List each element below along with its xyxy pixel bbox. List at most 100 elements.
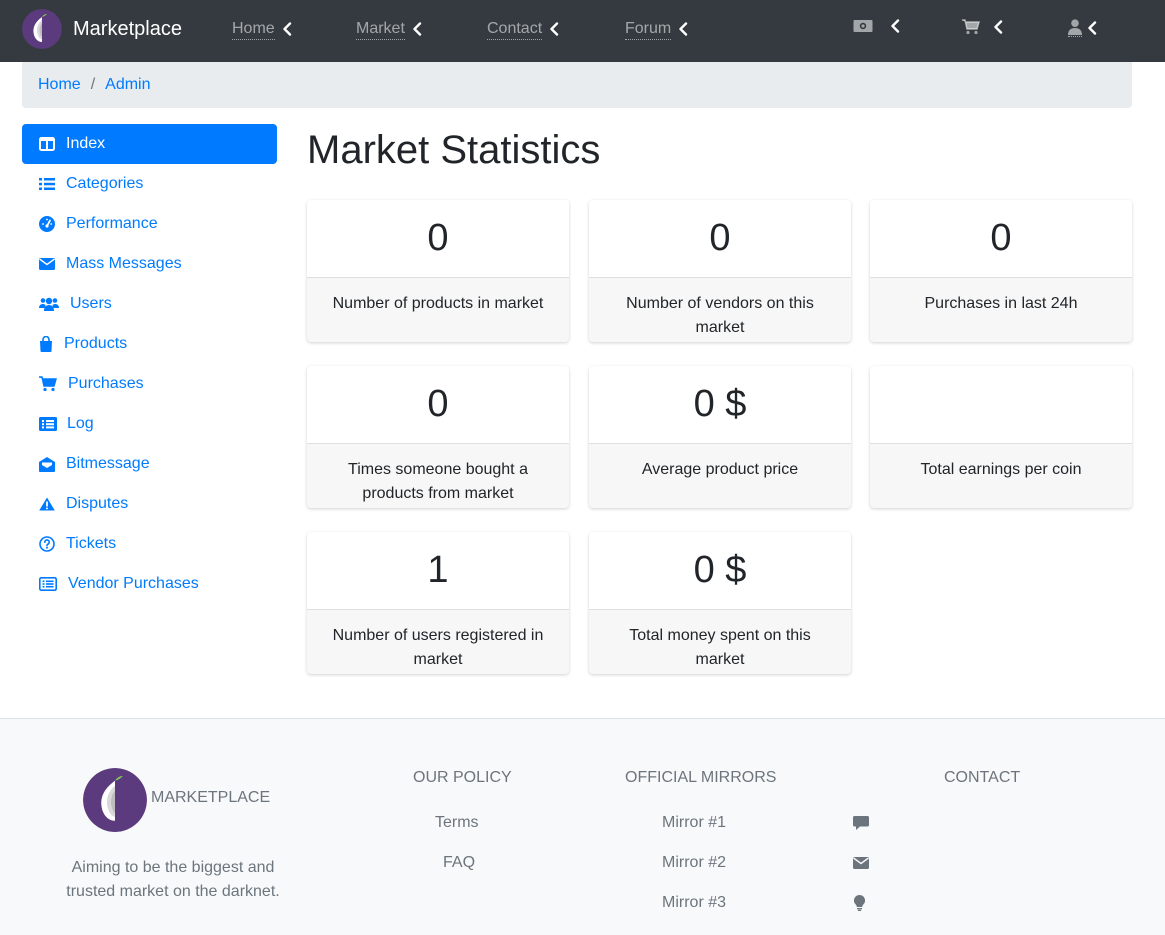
envelope-open-icon bbox=[38, 456, 56, 472]
page-title: Market Statistics bbox=[307, 128, 601, 172]
nav-home[interactable]: Home bbox=[232, 18, 292, 40]
stat-card: 0 Purchases in last 24h bbox=[870, 200, 1132, 342]
sidebar-item-label: Vendor Purchases bbox=[68, 575, 199, 592]
sidebar-item-label: Tickets bbox=[66, 535, 117, 552]
footer-link-mirror-1[interactable]: Mirror #1 bbox=[662, 814, 726, 832]
cart-icon bbox=[38, 376, 58, 392]
stat-value bbox=[870, 366, 1132, 444]
footer-link-mirror-3[interactable]: Mirror #3 bbox=[662, 894, 726, 912]
sidebar-item-label: Mass Messages bbox=[66, 255, 182, 272]
sidebar-item-label: Purchases bbox=[68, 375, 144, 392]
nav-cart[interactable] bbox=[962, 19, 1003, 35]
nav-user[interactable] bbox=[1068, 19, 1097, 37]
sidebar-item-bitmessage[interactable]: Bitmessage bbox=[22, 444, 277, 484]
sidebar-item-vendor-purchases[interactable]: Vendor Purchases bbox=[22, 564, 277, 604]
stat-label: Total earnings per coin bbox=[920, 461, 1082, 478]
chevron-left-icon bbox=[413, 22, 422, 36]
sidebar-item-products[interactable]: Products bbox=[22, 324, 277, 364]
stat-label: Average product price bbox=[641, 461, 799, 478]
nav-contact[interactable]: Contact bbox=[487, 18, 559, 40]
list-alt-icon bbox=[38, 416, 57, 432]
envelope-icon[interactable] bbox=[853, 857, 869, 869]
stat-value: 0 bbox=[307, 366, 569, 444]
chevron-left-icon bbox=[994, 20, 1003, 34]
users-icon bbox=[38, 296, 60, 312]
nav-forum[interactable]: Forum bbox=[625, 18, 688, 40]
admin-sidebar: Index Categories Performance Mass Messag… bbox=[22, 124, 277, 604]
comment-icon[interactable] bbox=[853, 815, 869, 831]
sidebar-item-label: Performance bbox=[66, 215, 158, 232]
chevron-left-icon bbox=[679, 22, 688, 36]
stat-value: 0 bbox=[307, 200, 569, 278]
sidebar-item-mass-messages[interactable]: Mass Messages bbox=[22, 244, 277, 284]
stat-card: 0 $ Total money spent on this market bbox=[589, 532, 851, 674]
sidebar-item-categories[interactable]: Categories bbox=[22, 164, 277, 204]
stat-label: Purchases in last 24h bbox=[924, 295, 1078, 312]
breadcrumb-separator: / bbox=[90, 76, 96, 93]
breadcrumb-home[interactable]: Home bbox=[38, 76, 81, 94]
stat-card: 0 Times someone bought a products from m… bbox=[307, 366, 569, 508]
sidebar-item-label: Log bbox=[67, 415, 94, 432]
nav-wallet[interactable] bbox=[853, 19, 900, 33]
sidebar-item-performance[interactable]: Performance bbox=[22, 204, 277, 244]
sidebar-item-purchases[interactable]: Purchases bbox=[22, 364, 277, 404]
site-footer: MARKETPLACE Aiming to be the biggest and… bbox=[0, 718, 1165, 935]
money-icon bbox=[853, 20, 873, 32]
sidebar-item-disputes[interactable]: Disputes bbox=[22, 484, 277, 524]
sidebar-item-log[interactable]: Log bbox=[22, 404, 277, 444]
user-menu-toggle bbox=[1068, 19, 1082, 37]
sidebar-item-label: Users bbox=[70, 295, 112, 312]
stat-label: Number of products in market bbox=[332, 295, 544, 312]
sidebar-item-index[interactable]: Index bbox=[22, 124, 277, 164]
brand-name: Marketplace bbox=[73, 17, 182, 40]
list-icon bbox=[38, 176, 56, 192]
footer-link-faq[interactable]: FAQ bbox=[443, 854, 475, 872]
chevron-left-icon bbox=[550, 22, 559, 36]
onion-logo-icon bbox=[83, 768, 147, 832]
stat-card: 1 Number of users registered in market bbox=[307, 532, 569, 674]
breadcrumb-admin[interactable]: Admin bbox=[105, 76, 150, 94]
shopping-bag-icon bbox=[38, 336, 54, 352]
nav-market-label: Market bbox=[356, 18, 405, 40]
footer-contact-heading: CONTACT bbox=[944, 769, 1021, 786]
stat-label: Times someone bought a products from mar… bbox=[348, 461, 528, 502]
nav-forum-label: Forum bbox=[625, 18, 672, 40]
nav-contact-label: Contact bbox=[487, 18, 543, 40]
stat-card: 0 Number of products in market bbox=[307, 200, 569, 342]
onion-logo-icon bbox=[22, 9, 62, 49]
footer-link-terms[interactable]: Terms bbox=[435, 814, 479, 832]
tachometer-icon bbox=[38, 216, 56, 232]
footer-tagline: Aiming to be the biggest and trusted mar… bbox=[66, 859, 280, 900]
stat-label: Total money spent on this market bbox=[629, 627, 811, 668]
sidebar-item-users[interactable]: Users bbox=[22, 284, 277, 324]
navbar-brand[interactable]: Marketplace bbox=[22, 9, 182, 49]
footer-policy-heading: OUR POLICY bbox=[413, 769, 512, 786]
sidebar-item-label: Bitmessage bbox=[66, 455, 150, 472]
envelope-icon bbox=[38, 256, 56, 272]
breadcrumb: Home / Admin bbox=[22, 62, 1132, 108]
chevron-left-icon bbox=[282, 22, 291, 36]
sidebar-item-label: Categories bbox=[66, 175, 144, 192]
columns-icon bbox=[38, 136, 56, 152]
lightbulb-icon[interactable] bbox=[854, 895, 865, 911]
nav-market[interactable]: Market bbox=[356, 18, 422, 40]
sidebar-item-label: Index bbox=[66, 135, 106, 152]
stat-label: Number of vendors on this market bbox=[626, 295, 814, 336]
question-circle-icon bbox=[38, 536, 56, 552]
chevron-left-icon bbox=[1088, 21, 1097, 35]
list-alt-icon bbox=[38, 576, 58, 592]
stat-card: Total earnings per coin bbox=[870, 366, 1132, 508]
user-icon bbox=[1068, 19, 1082, 35]
top-navbar: Marketplace Home Market Contact Forum bbox=[0, 0, 1165, 62]
cart-icon bbox=[962, 19, 980, 35]
stat-label: Number of users registered in market bbox=[332, 627, 544, 668]
stat-value: 0 bbox=[870, 200, 1132, 278]
sidebar-item-tickets[interactable]: Tickets bbox=[22, 524, 277, 564]
stat-card: 0 $ Average product price bbox=[589, 366, 851, 508]
nav-home-label: Home bbox=[232, 18, 275, 40]
stat-card: 0 Number of vendors on this market bbox=[589, 200, 851, 342]
sidebar-item-label: Products bbox=[64, 335, 128, 352]
warning-icon bbox=[38, 496, 56, 512]
sidebar-item-label: Disputes bbox=[66, 495, 129, 512]
footer-link-mirror-2[interactable]: Mirror #2 bbox=[662, 854, 726, 872]
